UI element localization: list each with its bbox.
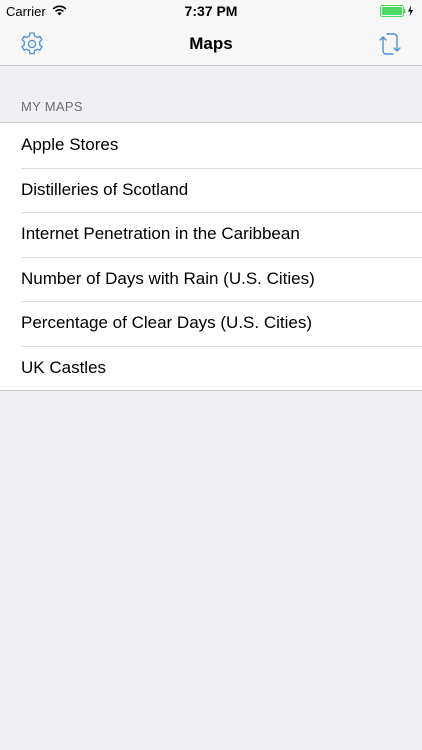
list-item-label: Internet Penetration in the Caribbean <box>21 224 300 244</box>
list-item[interactable]: UK Castles <box>0 345 422 391</box>
list-item-label: Apple Stores <box>21 135 119 155</box>
list-item[interactable]: Number of Days with Rain (U.S. Cities) <box>0 256 422 302</box>
section-header-my-maps: MY MAPS <box>21 99 83 114</box>
sync-icon <box>379 33 401 55</box>
maps-list: Apple Stores Distilleries of Scotland In… <box>0 122 422 391</box>
page-title: Maps <box>189 34 233 53</box>
list-item[interactable]: Internet Penetration in the Caribbean <box>0 212 422 257</box>
list-item[interactable]: Percentage of Clear Days (U.S. Cities) <box>0 301 422 346</box>
list-item-label: Distilleries of Scotland <box>21 179 189 199</box>
navigation-bar: Maps <box>0 22 422 66</box>
list-item[interactable]: Apple Stores <box>0 123 422 168</box>
battery-icon <box>380 5 414 17</box>
list-item-label: UK Castles <box>21 357 107 377</box>
list-item-label: Number of Days with Rain (U.S. Cities) <box>21 268 315 288</box>
sync-button[interactable] <box>376 30 404 58</box>
list-item[interactable]: Distilleries of Scotland <box>0 167 422 213</box>
list-item-label: Percentage of Clear Days (U.S. Cities) <box>21 313 312 333</box>
status-bar: Carrier 7:37 PM <box>0 0 422 22</box>
status-time: 7:37 PM <box>184 3 238 19</box>
